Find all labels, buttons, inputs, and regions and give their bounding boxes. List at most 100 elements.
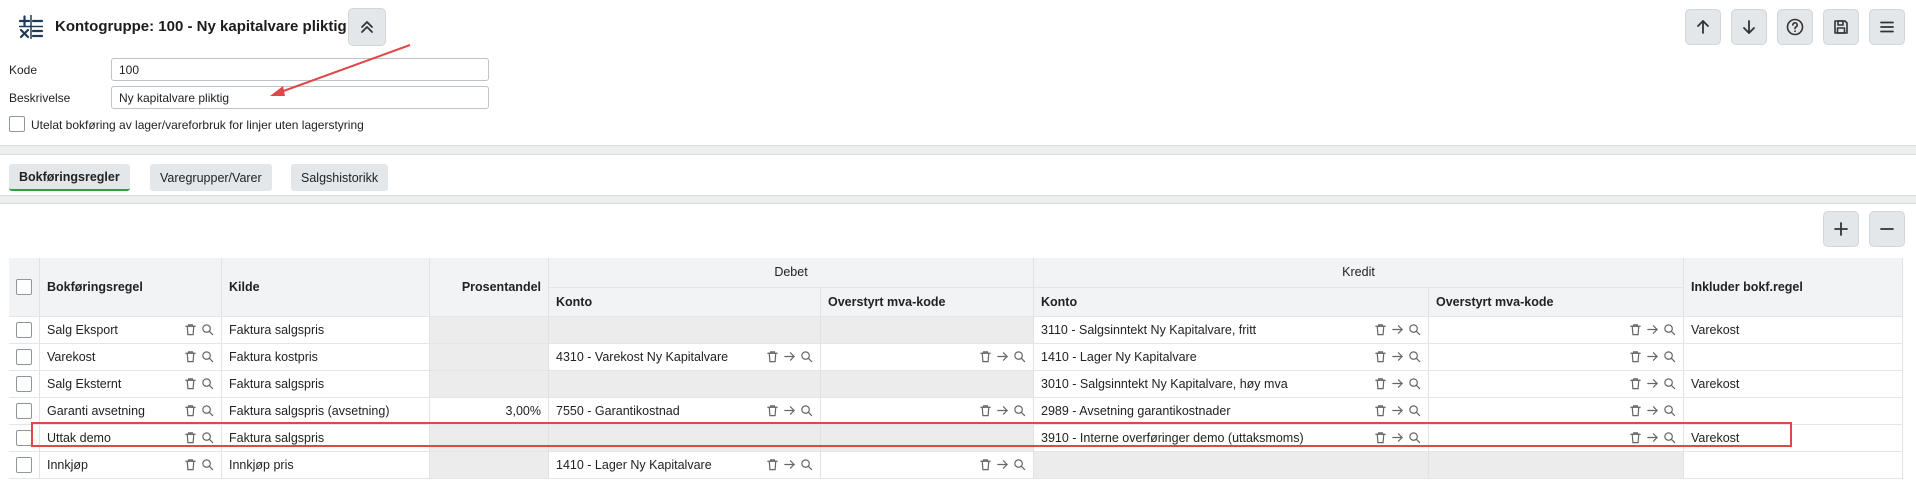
arrow-right-icon[interactable] bbox=[1391, 377, 1404, 390]
trash-icon[interactable] bbox=[979, 458, 992, 471]
utelat-checkbox[interactable] bbox=[9, 116, 25, 132]
debet-mva-cell[interactable] bbox=[820, 397, 1034, 425]
trash-icon[interactable] bbox=[979, 404, 992, 417]
trash-icon[interactable] bbox=[1629, 377, 1642, 390]
inkluder-cell[interactable] bbox=[1683, 343, 1903, 371]
arrow-right-icon[interactable] bbox=[783, 404, 796, 417]
kilde-cell[interactable]: Faktura kostpris bbox=[221, 343, 430, 371]
table-row[interactable]: Salg Eksport Faktura salgspris 3110 - Salg… bbox=[9, 316, 1903, 344]
arrow-right-icon[interactable] bbox=[1646, 323, 1659, 336]
kredit-mva-cell[interactable] bbox=[1428, 343, 1684, 371]
trash-icon[interactable] bbox=[1374, 377, 1387, 390]
arrow-right-icon[interactable] bbox=[1646, 377, 1659, 390]
search-icon[interactable] bbox=[201, 458, 214, 471]
table-row[interactable]: Innkjøp Innkjøp pris 1410 - Lager Ny Kapit… bbox=[9, 451, 1903, 479]
kredit-konto-cell[interactable] bbox=[1033, 451, 1429, 479]
row-checkbox[interactable] bbox=[16, 429, 32, 446]
bokforingsregel-cell[interactable]: Varekost bbox=[39, 343, 222, 371]
kilde-cell[interactable]: Faktura salgspris bbox=[221, 316, 430, 344]
select-all-checkbox[interactable] bbox=[16, 278, 32, 295]
kredit-konto-cell[interactable]: 2989 - Avsetning garantikostnader bbox=[1033, 397, 1429, 425]
prosentandel-cell[interactable] bbox=[429, 343, 549, 371]
kode-input[interactable] bbox=[111, 58, 489, 81]
search-icon[interactable] bbox=[800, 458, 813, 471]
debet-konto-cell[interactable]: 4310 - Varekost Ny Kapitalvare bbox=[548, 343, 821, 371]
row-checkbox[interactable] bbox=[16, 402, 32, 419]
trash-icon[interactable] bbox=[1374, 350, 1387, 363]
trash-icon[interactable] bbox=[184, 377, 197, 390]
trash-icon[interactable] bbox=[766, 350, 779, 363]
trash-icon[interactable] bbox=[184, 350, 197, 363]
table-row[interactable]: Uttak demo Faktura salgspris 3910 - Intern… bbox=[9, 424, 1903, 452]
prosentandel-cell[interactable] bbox=[429, 451, 549, 479]
trash-icon[interactable] bbox=[1374, 323, 1387, 336]
row-checkbox[interactable] bbox=[16, 375, 32, 392]
save-button[interactable] bbox=[1823, 9, 1859, 45]
search-icon[interactable] bbox=[1013, 350, 1026, 363]
menu-button[interactable] bbox=[1869, 9, 1905, 45]
arrow-right-icon[interactable] bbox=[1391, 350, 1404, 363]
arrow-right-icon[interactable] bbox=[783, 458, 796, 471]
search-icon[interactable] bbox=[1013, 404, 1026, 417]
search-icon[interactable] bbox=[1663, 377, 1676, 390]
search-icon[interactable] bbox=[1663, 431, 1676, 444]
remove-row-button[interactable] bbox=[1869, 211, 1905, 247]
debet-mva-cell[interactable] bbox=[820, 451, 1034, 479]
kilde-cell[interactable]: Faktura salgspris bbox=[221, 424, 430, 452]
kilde-cell[interactable]: Innkjøp pris bbox=[221, 451, 430, 479]
add-row-button[interactable] bbox=[1823, 211, 1859, 247]
collapse-button[interactable] bbox=[348, 8, 386, 46]
arrow-right-icon[interactable] bbox=[996, 458, 1009, 471]
arrow-right-icon[interactable] bbox=[1646, 431, 1659, 444]
search-icon[interactable] bbox=[1408, 323, 1421, 336]
bokforingsregel-cell[interactable]: Salg Eksternt bbox=[39, 370, 222, 398]
search-icon[interactable] bbox=[1408, 431, 1421, 444]
debet-mva-cell[interactable] bbox=[820, 343, 1034, 371]
debet-mva-cell[interactable] bbox=[820, 370, 1034, 398]
arrow-right-icon[interactable] bbox=[1391, 431, 1404, 444]
row-checkbox[interactable] bbox=[16, 456, 32, 473]
search-icon[interactable] bbox=[201, 350, 214, 363]
kilde-cell[interactable]: Faktura salgspris (avsetning) bbox=[221, 397, 430, 425]
search-icon[interactable] bbox=[800, 404, 813, 417]
prosentandel-cell[interactable]: 3,00% bbox=[429, 397, 549, 425]
trash-icon[interactable] bbox=[1629, 404, 1642, 417]
header-kredit-konto[interactable]: Konto bbox=[1033, 287, 1429, 317]
search-icon[interactable] bbox=[1408, 377, 1421, 390]
arrow-right-icon[interactable] bbox=[996, 350, 1009, 363]
arrow-right-icon[interactable] bbox=[1646, 350, 1659, 363]
kredit-konto-cell[interactable]: 3910 - Interne overføringer demo (uttaks… bbox=[1033, 424, 1429, 452]
debet-mva-cell[interactable] bbox=[820, 316, 1034, 344]
kilde-cell[interactable]: Faktura salgspris bbox=[221, 370, 430, 398]
kredit-mva-cell[interactable] bbox=[1428, 424, 1684, 452]
debet-konto-cell[interactable] bbox=[548, 370, 821, 398]
tab-varegrupper-varer[interactable]: Varegrupper/Varer bbox=[150, 164, 272, 191]
header-inkluder[interactable]: Inkluder bokf.regel bbox=[1683, 258, 1903, 317]
inkluder-cell[interactable] bbox=[1683, 451, 1903, 479]
inkluder-cell[interactable] bbox=[1683, 397, 1903, 425]
search-icon[interactable] bbox=[1408, 350, 1421, 363]
table-row[interactable]: Garanti avsetning Faktura salgspris (avse… bbox=[9, 397, 1903, 425]
kredit-konto-cell[interactable]: 1410 - Lager Ny Kapitalvare bbox=[1033, 343, 1429, 371]
trash-icon[interactable] bbox=[1629, 323, 1642, 336]
kredit-mva-cell[interactable] bbox=[1428, 397, 1684, 425]
search-icon[interactable] bbox=[1013, 458, 1026, 471]
bokforingsregel-cell[interactable]: Uttak demo bbox=[39, 424, 222, 452]
header-prosentandel[interactable]: Prosentandel bbox=[429, 258, 549, 317]
trash-icon[interactable] bbox=[1374, 431, 1387, 444]
row-checkbox[interactable] bbox=[16, 348, 32, 365]
bokforingsregel-cell[interactable]: Garanti avsetning bbox=[39, 397, 222, 425]
search-icon[interactable] bbox=[1663, 323, 1676, 336]
header-debet-mva[interactable]: Overstyrt mva-kode bbox=[820, 287, 1034, 317]
arrow-right-icon[interactable] bbox=[1391, 323, 1404, 336]
trash-icon[interactable] bbox=[184, 323, 197, 336]
debet-mva-cell[interactable] bbox=[820, 424, 1034, 452]
search-icon[interactable] bbox=[1408, 404, 1421, 417]
prosentandel-cell[interactable] bbox=[429, 316, 549, 344]
header-kilde[interactable]: Kilde bbox=[221, 258, 430, 317]
row-checkbox[interactable] bbox=[16, 321, 32, 338]
help-button[interactable] bbox=[1777, 9, 1813, 45]
debet-konto-cell[interactable] bbox=[548, 424, 821, 452]
search-icon[interactable] bbox=[201, 404, 214, 417]
debet-konto-cell[interactable]: 1410 - Lager Ny Kapitalvare bbox=[548, 451, 821, 479]
